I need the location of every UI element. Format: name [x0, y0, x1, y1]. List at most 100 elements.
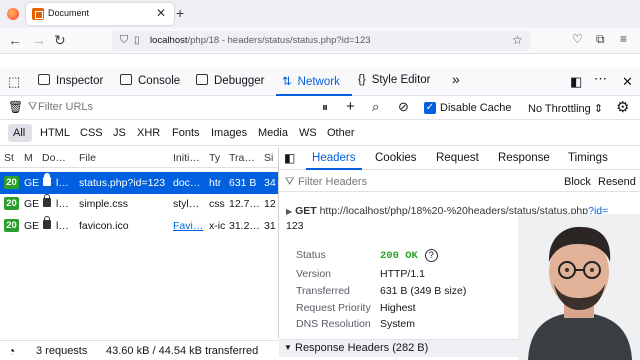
firefox-logo-icon[interactable] [7, 8, 19, 20]
col-size[interactable]: Si [264, 152, 273, 164]
filter-urls-input[interactable]: Filter URLs [38, 101, 93, 113]
status-badge: 20 [4, 219, 19, 232]
lock-icon [43, 173, 51, 186]
filter-icon: ⛛ [28, 101, 38, 113]
pause-icon[interactable]: ⏸ [322, 100, 328, 115]
tab-network[interactable]: ⇅ Network [282, 74, 340, 88]
response-headers-title: Response Headers (282 B) [295, 342, 429, 354]
dns-value: System [380, 318, 416, 330]
presenter-image [518, 214, 640, 360]
reload-icon[interactable]: ↻ [54, 32, 66, 49]
plus-icon[interactable]: + [346, 98, 355, 115]
new-tab-icon[interactable]: + [176, 5, 184, 21]
tab-debugger-label: Debugger [214, 75, 265, 87]
tab-request[interactable]: Request [436, 152, 479, 164]
shield-icon[interactable]: ⛉ [120, 34, 128, 47]
col-domain[interactable]: Do… [42, 152, 66, 164]
transfer-total: 43.60 kB / 44.54 kB transferred [106, 345, 259, 357]
tab-favicon-icon [32, 8, 44, 20]
initiator-cell: doc… [173, 177, 201, 189]
page-info-icon[interactable]: ▯ [134, 35, 140, 46]
table-row[interactable]: 20 GE l… simple.css styl… css 12.7… 12 [0, 193, 278, 215]
lock-icon [43, 194, 51, 207]
tab-strip: Document ✕ + [0, 0, 640, 28]
col-type[interactable]: Ty [209, 152, 220, 164]
trash-icon[interactable]: 🗑 [8, 100, 23, 114]
dock-icon[interactable]: ◧ [570, 74, 582, 90]
type-fonts[interactable]: Fonts [172, 127, 200, 139]
more-options-icon[interactable]: ⋯ [594, 71, 607, 87]
tab-network-label: Network [297, 76, 340, 88]
request-method: GET [295, 205, 317, 217]
inspector-icon [38, 74, 50, 85]
style-editor-icon: {} [358, 74, 366, 86]
tab-cookies[interactable]: Cookies [375, 152, 417, 164]
type-images[interactable]: Images [211, 127, 247, 139]
tab-timings[interactable]: Timings [568, 152, 608, 164]
more-tabs-icon[interactable]: » [452, 71, 460, 87]
search-icon[interactable]: ⌕ [372, 99, 379, 115]
col-file[interactable]: File [79, 152, 96, 164]
col-transferred[interactable]: Tra… [229, 152, 255, 164]
table-row[interactable]: 20 GE l… status.php?id=123 doc… htr 631 … [0, 172, 278, 194]
type-js[interactable]: JS [113, 127, 126, 139]
toggle-sidebar-icon[interactable]: ◧ [284, 151, 295, 165]
status-badge: 20 [4, 197, 19, 210]
status-label: Status [296, 249, 326, 261]
disable-cache-label: Disable Cache [440, 102, 512, 114]
status-badge: 20 [4, 176, 19, 189]
tab-headers[interactable]: Headers [312, 152, 355, 164]
table-row[interactable]: 20 GE l… favicon.ico Favi… x-ic 31.2… 31 [0, 215, 278, 237]
collapse-arrow-icon[interactable]: ▼ [284, 343, 292, 352]
pocket-icon[interactable]: ♡ [572, 32, 583, 46]
type-ws[interactable]: WS [299, 127, 317, 139]
tab-debugger[interactable]: Debugger [196, 74, 265, 87]
col-status[interactable]: St [4, 152, 14, 164]
gear-icon[interactable]: ⚙ [616, 98, 629, 116]
type-cell: htr [209, 177, 222, 189]
transferred-value: 631 B (349 B size) [380, 285, 467, 297]
tab-console[interactable]: Console [120, 74, 180, 87]
bookmark-star-icon[interactable]: ☆ [512, 33, 523, 47]
status-value: 200 OK ? [380, 249, 438, 262]
type-media[interactable]: Media [258, 127, 288, 139]
url-text[interactable]: localhost/php/18 - headers/status/status… [150, 35, 371, 46]
transferred-cell: 12.7… [229, 198, 260, 210]
col-method[interactable]: M [24, 152, 33, 164]
menu-icon[interactable]: ≡ [620, 32, 627, 46]
devtools-toolbar: ⬚ Inspector Console Debugger ⇅ Network {}… [0, 68, 640, 96]
block-icon[interactable]: ⊘ [398, 99, 409, 115]
block-button[interactable]: Block [564, 176, 591, 188]
tab-style-editor[interactable]: {} Style Editor [358, 74, 431, 86]
tab-title: Document [48, 8, 90, 18]
close-devtools-icon[interactable]: ✕ [622, 74, 633, 90]
type-xhr[interactable]: XHR [137, 127, 160, 139]
domain-cell: l… [56, 198, 69, 210]
url-bar[interactable]: ⛉ ▯ localhost/php/18 - headers/status/st… [112, 31, 530, 51]
type-html[interactable]: HTML [40, 127, 70, 139]
filter-headers-input[interactable]: Filter Headers [298, 176, 367, 188]
expand-arrow-icon[interactable]: ▶ [286, 207, 292, 216]
method-cell: GE [24, 220, 40, 232]
tab-inspector[interactable]: Inspector [38, 74, 103, 87]
type-css[interactable]: CSS [80, 127, 103, 139]
details-tabs: ◧ Headers Cookies Request Response Timin… [279, 148, 640, 170]
browser-tab[interactable]: Document ✕ [26, 3, 174, 25]
tab-response[interactable]: Response [498, 152, 550, 164]
help-icon[interactable]: ? [424, 249, 438, 262]
file-cell: favicon.ico [79, 220, 129, 232]
navigation-bar: ← → ↻ ⛉ ▯ localhost/php/18 - headers/sta… [0, 28, 640, 54]
resend-button[interactable]: Resend [598, 176, 636, 188]
initiator-link[interactable]: Favi… [173, 220, 207, 232]
forward-arrow-icon[interactable]: → [32, 32, 46, 48]
element-picker-icon[interactable]: ⬚ [8, 74, 20, 90]
throttling-select[interactable]: No Throttling ⇕ [528, 102, 603, 115]
close-icon[interactable]: ✕ [156, 6, 166, 20]
method-cell: GE [24, 198, 40, 210]
disable-cache-checkbox[interactable]: ✓ [424, 102, 436, 114]
type-other[interactable]: Other [327, 127, 355, 139]
type-all[interactable]: All [13, 127, 25, 139]
col-initiator[interactable]: Initi… [173, 152, 200, 164]
back-arrow-icon[interactable]: ← [8, 32, 22, 48]
extensions-icon[interactable]: ⧉ [596, 32, 605, 47]
